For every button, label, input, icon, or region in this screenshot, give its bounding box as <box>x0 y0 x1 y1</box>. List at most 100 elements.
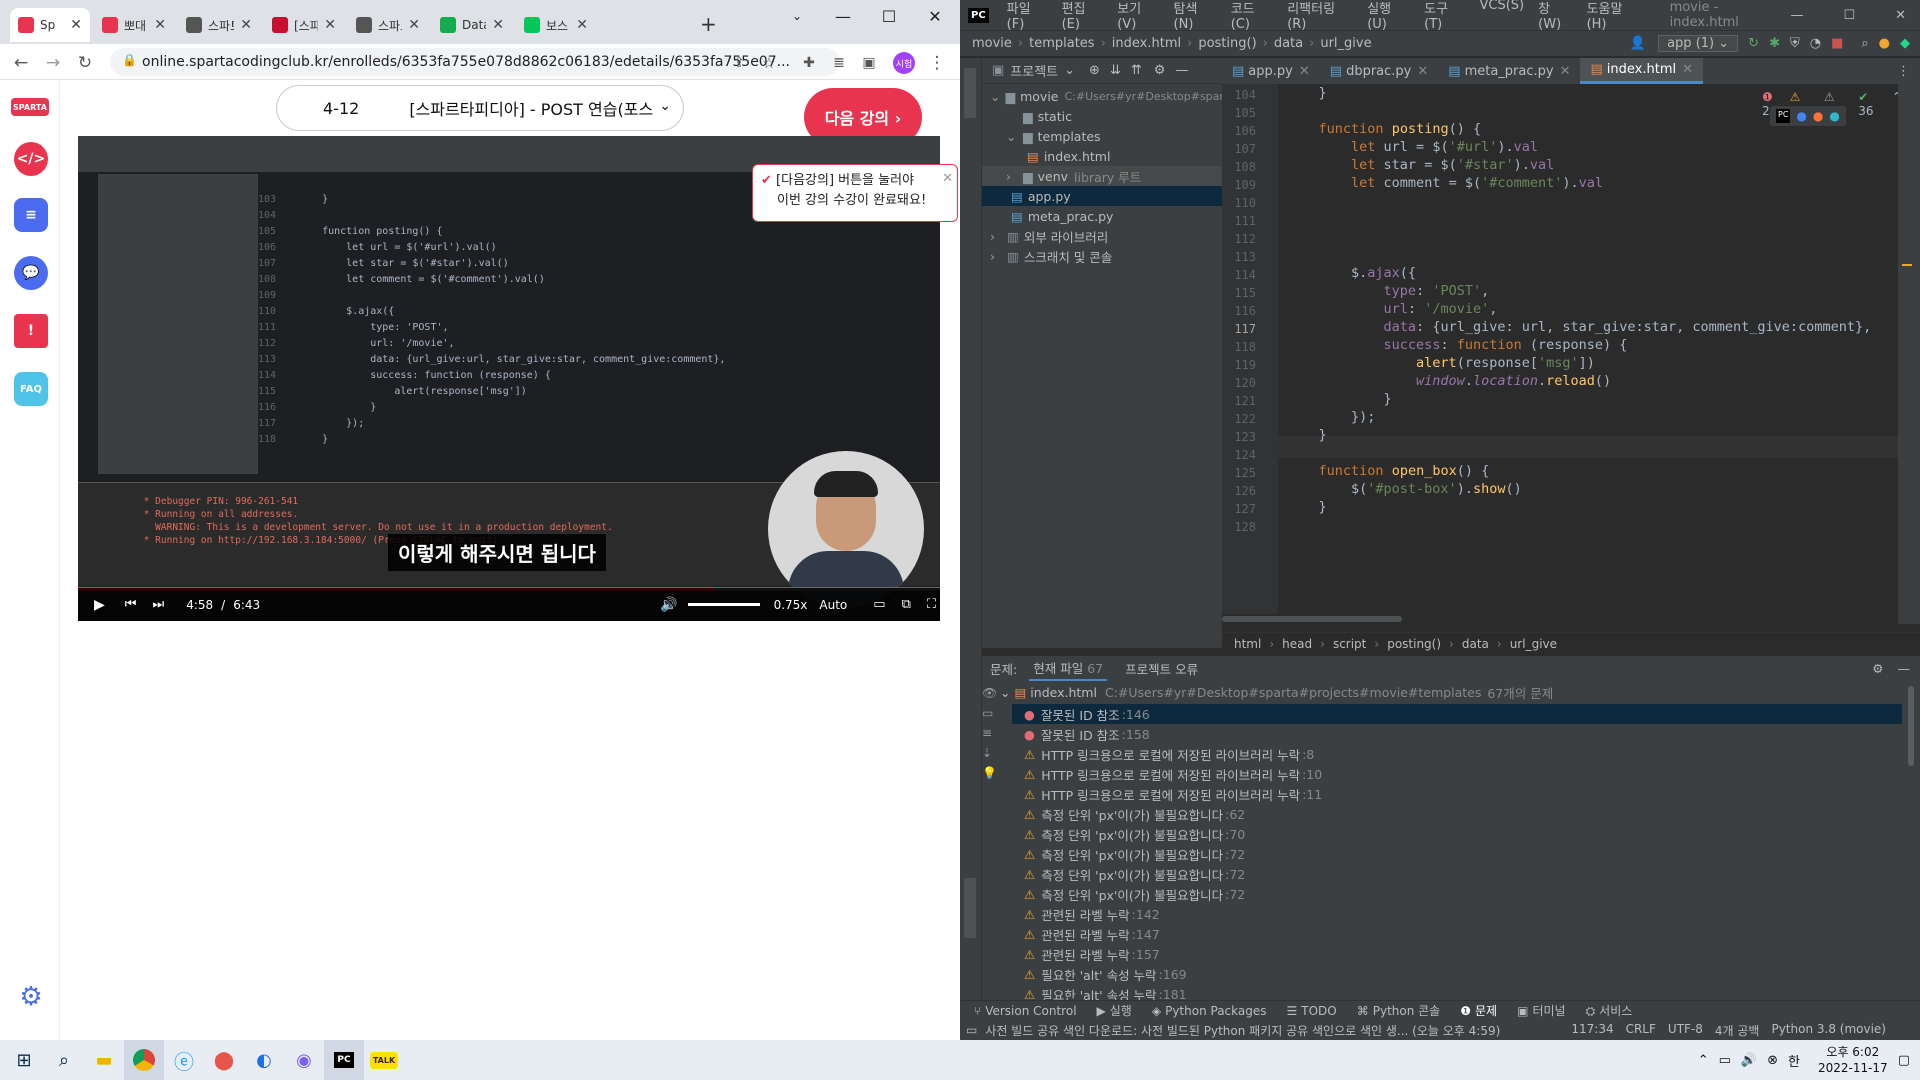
forward-icon[interactable]: → <box>40 50 66 76</box>
code-line[interactable]: let comment = $('#comment').val <box>1286 174 1603 192</box>
problem-item[interactable]: ⚠ 측정 단위 'px'이(가) 불필요합니다:72 <box>1012 884 1245 904</box>
locate-icon[interactable]: ⊕ <box>1089 63 1100 78</box>
problem-item[interactable]: ⚠ 관련된 라벨 누락:147 <box>1012 924 1160 944</box>
maps-taskbar-icon[interactable]: ⬤ <box>204 1040 244 1080</box>
status-message[interactable]: 사전 빌드 공유 색인 다운로드: 사전 빌드된 Python 패키지 공유 색… <box>985 1022 1500 1039</box>
problem-item[interactable]: ⚠ HTTP 링크용으로 로컬에 저장된 라이브러리 누락:11 <box>1012 784 1322 804</box>
tree-item[interactable]: › ▆ venv library 루트 <box>982 166 1222 186</box>
browser-tab[interactable]: 스파트 ✕ <box>178 8 260 42</box>
fullscreen-icon[interactable]: ⛶ <box>927 597 936 612</box>
nav-crumb[interactable]: templates <box>1029 36 1094 51</box>
code-line[interactable]: } <box>1286 498 1327 516</box>
code-icon[interactable]: </> <box>14 142 48 176</box>
pycharm-taskbar-icon[interactable]: PC <box>324 1040 364 1080</box>
file-explorer-icon[interactable]: ▬ <box>84 1040 124 1080</box>
user-icon[interactable]: 👤 <box>1630 36 1646 51</box>
problem-item[interactable]: ⚠ 측정 단위 'px'이(가) 불필요합니다:72 <box>1012 864 1245 884</box>
chevron-icon[interactable]: › <box>990 229 1002 244</box>
tool-window-tab[interactable]: ❶ 문제 <box>1460 1002 1497 1019</box>
nav-crumb[interactable]: url_give <box>1320 36 1371 51</box>
pc-menu-item[interactable]: 도움말(H) <box>1587 0 1642 32</box>
extensions-icon[interactable]: ✚ <box>796 50 822 76</box>
status-toggle-icon[interactable]: ▭ <box>966 1023 977 1037</box>
network-icon[interactable]: ▭ <box>1719 1053 1731 1068</box>
problem-item[interactable]: ⚠ 관련된 라벨 누락:157 <box>1012 944 1160 964</box>
editor-tab[interactable]: ▤ dbprac.py ✕ <box>1320 58 1439 84</box>
code-line[interactable]: function posting() { <box>1286 120 1482 138</box>
chat-taskbar-icon[interactable]: ◉ <box>284 1040 324 1080</box>
browser-tab[interactable]: [스파 ✕ <box>264 8 344 42</box>
pc-maximize-button[interactable]: ☐ <box>1843 8 1855 23</box>
editor-hscrollbar[interactable] <box>1222 616 1402 622</box>
nav-crumb[interactable]: data <box>1274 36 1303 51</box>
browser-tab[interactable]: 뽀대 ✕ <box>94 8 174 42</box>
status-item[interactable]: CRLF <box>1626 1022 1656 1039</box>
status-item[interactable]: UTF-8 <box>1668 1022 1703 1039</box>
updates-icon[interactable]: ● <box>1879 36 1890 51</box>
status-item[interactable]: 117:34 <box>1571 1022 1613 1039</box>
close-window-button[interactable]: ✕ <box>912 0 958 32</box>
ime-indicator[interactable]: 한 <box>1788 1051 1800 1070</box>
tab-close-icon[interactable]: ✕ <box>154 17 166 33</box>
tab-project-errors[interactable]: 프로젝트 오류 <box>1125 659 1198 678</box>
nav-crumb[interactable]: movie <box>972 36 1012 51</box>
settings-gear-icon[interactable]: ⚙ <box>14 980 48 1014</box>
pane-hide-icon[interactable]: — <box>1175 63 1188 78</box>
tree-item[interactable]: ▆ static <box>982 106 1222 126</box>
code-line[interactable]: } <box>1286 426 1327 444</box>
notification-icon[interactable]: ▢ <box>1898 1053 1910 1068</box>
previous-icon[interactable]: ⏮ <box>125 597 137 612</box>
code-line[interactable]: alert(response['msg']) <box>1286 354 1595 372</box>
problem-item[interactable]: ⚠ 측정 단위 'px'이(가) 불필요합니다:72 <box>1012 844 1245 864</box>
tree-item[interactable]: ▤ meta_prac.py <box>982 206 1222 226</box>
tool-window-tab[interactable]: ⑂ Version Control <box>974 1004 1077 1018</box>
breadcrumb-item[interactable]: url_give <box>1510 637 1557 651</box>
editor-tab-close-icon[interactable]: ✕ <box>1299 64 1310 79</box>
editor-tab[interactable]: ▤ index.html ✕ <box>1580 58 1703 84</box>
tab-search-icon[interactable]: ⌄ <box>774 0 820 32</box>
problems-hide-icon[interactable]: — <box>1898 661 1911 676</box>
tree-item[interactable]: ⌄ ▆ templates <box>982 126 1222 146</box>
run-icon[interactable]: ↻ <box>1748 36 1759 51</box>
windows-start-icon[interactable]: ⊞ <box>4 1040 44 1080</box>
tray-chevron-icon[interactable]: ⌃ <box>1698 1053 1709 1068</box>
reading-list-icon[interactable]: ≣ <box>826 50 852 76</box>
reload-icon[interactable]: ↻ <box>72 50 98 76</box>
nav-crumb[interactable]: index.html <box>1112 36 1181 51</box>
problem-item[interactable]: ● 잘못된 ID 참조:146 <box>1012 704 1902 724</box>
tree-item[interactable]: › ▥ 외부 라이브러리 <box>982 226 1222 246</box>
faq-icon[interactable]: FAQ <box>14 372 48 406</box>
pc-menu-item[interactable]: 코드(C) <box>1231 0 1274 32</box>
pc-menu-item[interactable]: 도구(T) <box>1424 0 1465 32</box>
problem-item[interactable]: ⚠ 관련된 라벨 누락:142 <box>1012 904 1160 924</box>
breadcrumb-item[interactable]: data <box>1462 637 1489 651</box>
pc-menu-item[interactable]: 탐색(N) <box>1174 0 1217 32</box>
code-line[interactable]: } <box>1286 84 1327 102</box>
chrome-taskbar-icon[interactable] <box>124 1040 164 1080</box>
chevron-icon[interactable]: › <box>990 249 1002 264</box>
pc-menu-item[interactable]: 보기(V) <box>1117 0 1159 32</box>
bulb-icon[interactable]: 💡 <box>982 766 1000 780</box>
browser-tab[interactable]: 보스 ✕ <box>516 8 596 42</box>
chevron-icon[interactable]: ⌄ <box>990 89 1000 104</box>
status-item[interactable]: Python 3.8 (movie) <box>1771 1022 1886 1039</box>
share-icon[interactable]: ⇪ <box>726 50 752 76</box>
pc-menu-item[interactable]: 창(W) <box>1538 0 1572 32</box>
project-tool-tab[interactable] <box>964 68 976 118</box>
pc-close-button[interactable]: ✕ <box>1895 8 1906 23</box>
breadcrumb-item[interactable]: head <box>1282 637 1312 651</box>
problem-item[interactable]: ⚠ 측정 단위 'px'이(가) 불필요합니다:70 <box>1012 824 1245 844</box>
toast-close-icon[interactable]: ✕ <box>942 169 953 189</box>
code-line[interactable]: url: '/movie', <box>1286 300 1498 318</box>
code-line[interactable]: $.ajax({ <box>1286 264 1416 282</box>
browser-tab[interactable]: 스파트 ✕ <box>348 8 428 42</box>
structure-tool-tab[interactable] <box>964 878 976 938</box>
editor-tab-close-icon[interactable]: ✕ <box>1682 62 1693 77</box>
pip-icon[interactable]: ⧉ <box>902 597 911 612</box>
editor-tab-close-icon[interactable]: ✕ <box>1560 64 1571 79</box>
tab-close-icon[interactable]: ✕ <box>576 17 588 33</box>
new-tab-button[interactable]: + <box>700 12 717 36</box>
captions-icon[interactable]: ▭ <box>873 597 885 612</box>
tree-item[interactable]: ▤ index.html <box>982 146 1222 166</box>
app-taskbar-icon[interactable]: ◐ <box>244 1040 284 1080</box>
